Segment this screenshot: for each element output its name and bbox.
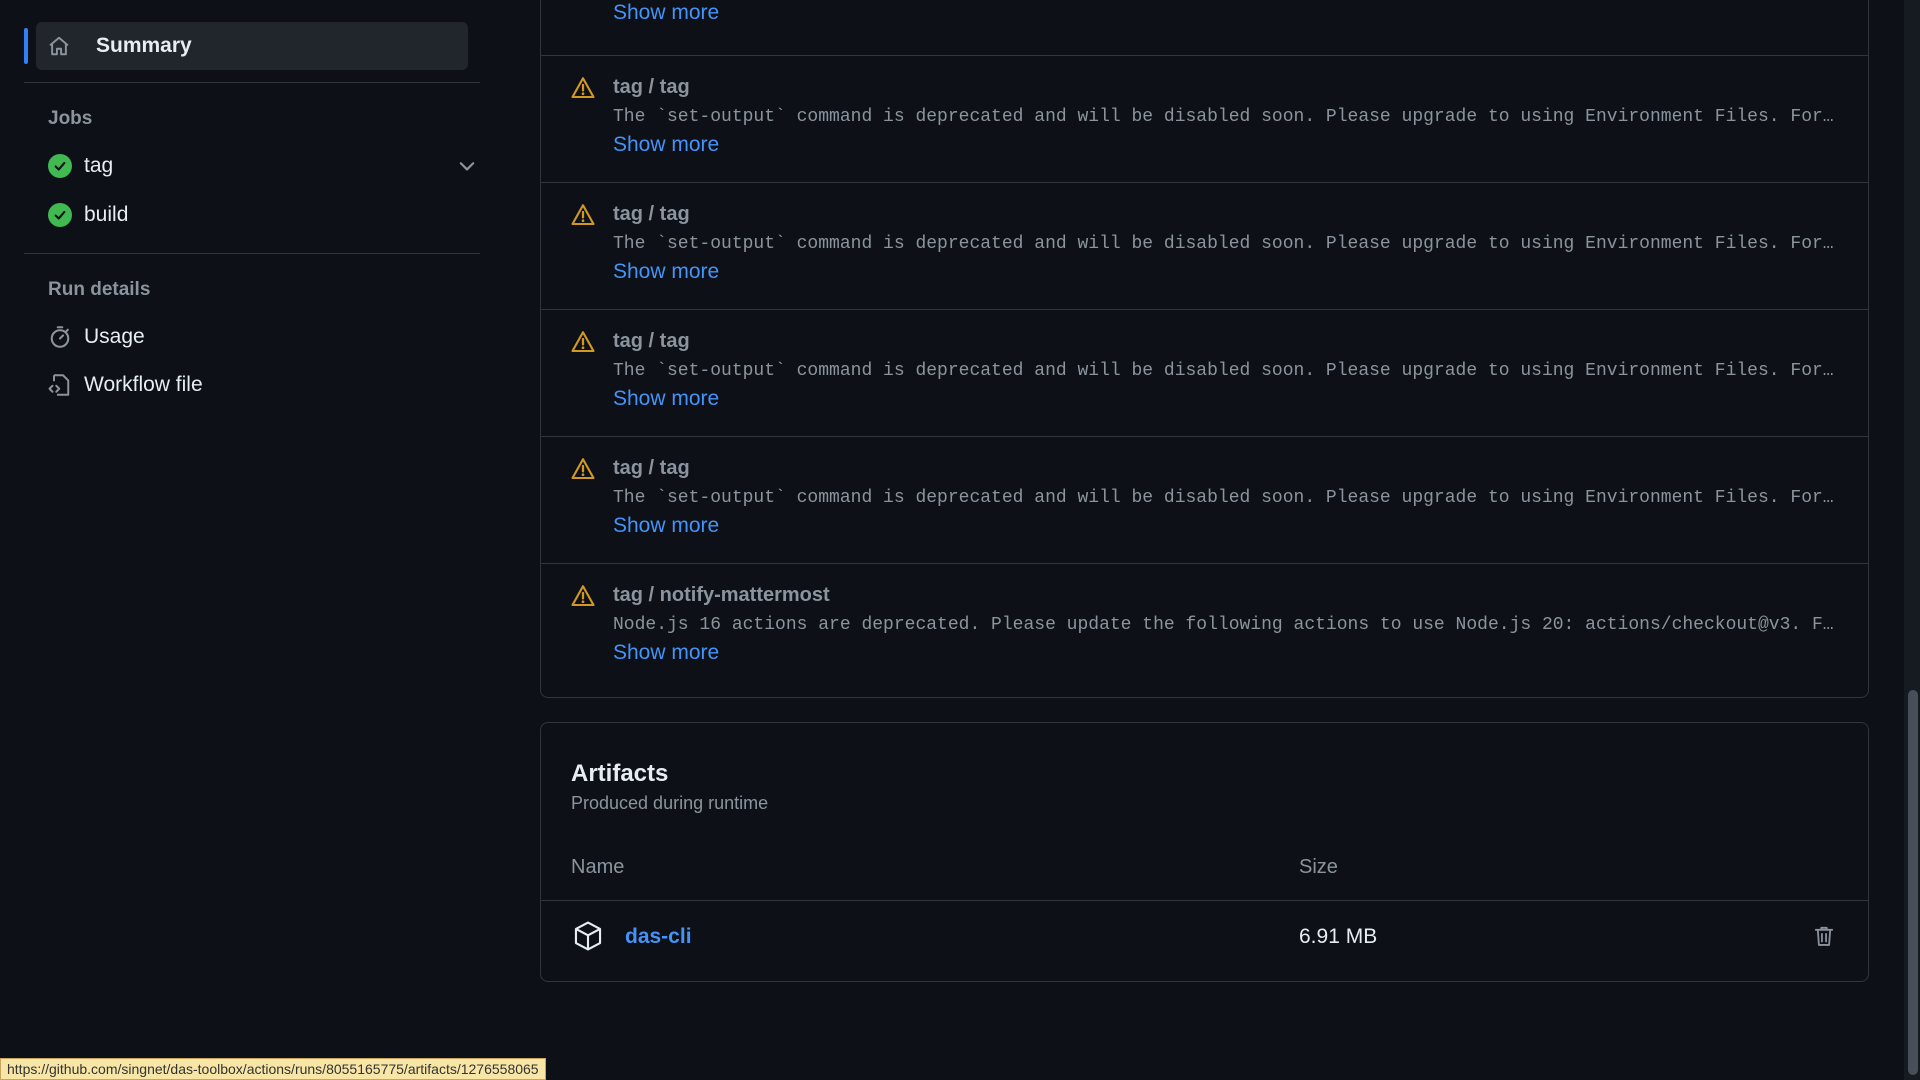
nav-summary-label: Summary: [96, 34, 192, 57]
show-more-link[interactable]: Show more: [613, 260, 719, 284]
divider: [541, 900, 1868, 901]
alert-icon: [571, 204, 595, 226]
show-more-link[interactable]: Show more: [613, 1, 719, 25]
show-more-link[interactable]: Show more: [613, 514, 719, 538]
jobs-title: Jobs: [48, 108, 93, 129]
divider: [24, 82, 480, 83]
annotation-message: The `set-output` command is deprecated a…: [613, 107, 1841, 127]
show-more-link[interactable]: Show more: [613, 387, 719, 411]
check-circle-icon: [48, 154, 72, 178]
annotation-title: tag / tag: [613, 203, 690, 225]
nav-item-label: Usage: [84, 325, 145, 348]
artifact-name-link[interactable]: das-cli: [625, 925, 692, 949]
annotation-title: tag / tag: [613, 330, 690, 352]
artifacts-panel: Artifacts Produced during runtime Name S…: [540, 722, 1869, 982]
job-item-build[interactable]: build: [48, 195, 480, 235]
file-code-icon: [48, 374, 70, 396]
job-item-tag[interactable]: tag: [48, 146, 480, 186]
job-label: tag: [84, 154, 114, 177]
status-bar-url: https://github.com/singnet/das-toolbox/a…: [0, 1058, 546, 1080]
trash-icon[interactable]: [1813, 924, 1835, 948]
nav-item-usage[interactable]: Usage: [48, 317, 480, 357]
home-icon: [49, 36, 69, 56]
chevron-down-icon[interactable]: [456, 155, 478, 177]
alert-icon: [571, 331, 595, 353]
divider: [24, 253, 480, 254]
nav-item-workflow-file[interactable]: Workflow file: [48, 365, 480, 405]
annotation-message: The `set-output` command is deprecated a…: [613, 234, 1841, 254]
package-icon: [574, 921, 602, 951]
column-header-size: Size: [1299, 856, 1338, 878]
artifacts-subtitle: Produced during runtime: [571, 793, 769, 813]
active-indicator: [24, 28, 28, 64]
nav-summary[interactable]: Summary: [24, 22, 468, 70]
scrollbar-thumb[interactable]: [1908, 690, 1918, 1075]
run-details-title: Run details: [48, 279, 151, 300]
alert-icon: [571, 585, 595, 607]
annotation-title: tag / notify-mattermost: [613, 584, 830, 606]
annotation-item: tag / notify-mattermost Node.js 16 actio…: [541, 563, 1868, 690]
annotation-item: tag / tag The `set-output` command is de…: [541, 436, 1868, 563]
artifact-size: 6.91 MB: [1299, 925, 1378, 948]
annotation-message: The `set-output` command is deprecated a…: [613, 488, 1841, 508]
annotation-item: tag / tag The `set-output` command is de…: [541, 182, 1868, 309]
alert-icon: [571, 458, 595, 480]
annotation-message: The `set-output` command is deprecated a…: [613, 361, 1841, 381]
nav-item-label: Workflow file: [84, 373, 203, 396]
artifacts-title: Artifacts: [571, 760, 669, 787]
check-circle-icon: [48, 203, 72, 227]
column-header-name: Name: [571, 856, 625, 878]
job-label: build: [84, 203, 129, 226]
show-more-link[interactable]: Show more: [613, 641, 719, 665]
annotation-title: tag / tag: [613, 76, 690, 98]
annotation-item: tag / tag The `set-output` command is de…: [541, 55, 1868, 182]
annotation-title: tag / tag: [613, 457, 690, 479]
annotation-item: tag / tag The `set-output` command is de…: [541, 309, 1868, 436]
annotations-panel: Show more tag / tag The `set-output` com…: [540, 0, 1869, 698]
alert-icon: [571, 77, 595, 99]
stopwatch-icon: [50, 326, 70, 348]
annotation-message: Node.js 16 actions are deprecated. Pleas…: [613, 615, 1841, 635]
show-more-link[interactable]: Show more: [613, 133, 719, 157]
